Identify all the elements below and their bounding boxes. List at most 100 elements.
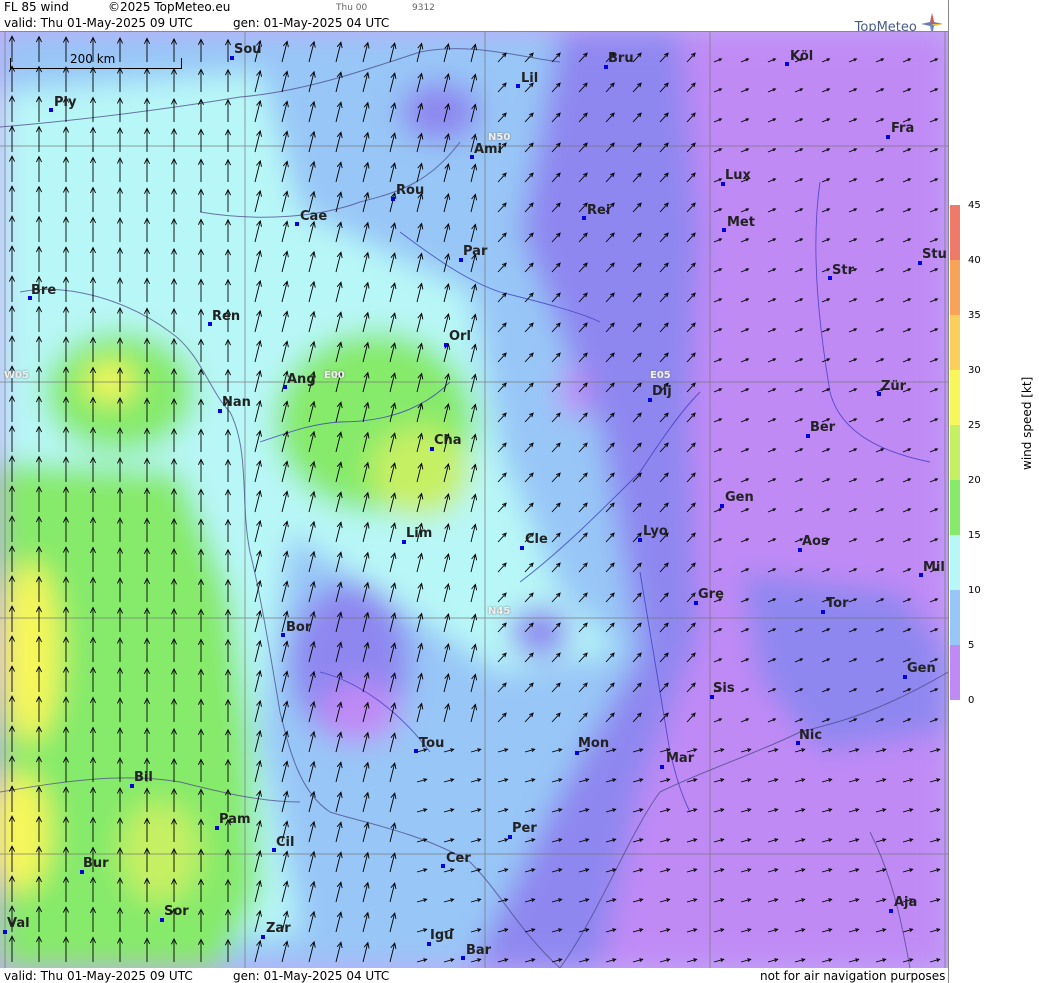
city-marker	[391, 197, 395, 201]
grid-label-n45: N45	[488, 606, 511, 617]
city-marker	[520, 546, 524, 550]
city-label-mil[interactable]: Mil	[923, 561, 945, 574]
city-label-par[interactable]: Par	[463, 245, 487, 258]
city-marker	[261, 935, 265, 939]
legend-band	[950, 590, 960, 645]
city-label-ren[interactable]: Ren	[212, 310, 240, 323]
city-marker	[516, 84, 520, 88]
city-label-cae[interactable]: Cae	[300, 210, 327, 223]
legend-tick: 30	[968, 365, 981, 376]
city-label-str[interactable]: Str	[832, 264, 854, 277]
legend-tick: 35	[968, 310, 981, 321]
city-marker	[575, 751, 579, 755]
city-label-rei[interactable]: Rei	[587, 204, 610, 217]
city-label-bre[interactable]: Bre	[31, 284, 56, 297]
city-label-per[interactable]: Per	[512, 822, 537, 835]
legend-band	[950, 315, 960, 370]
grid-label-e00: E00	[324, 370, 345, 381]
city-label-bar[interactable]: Bar	[466, 944, 491, 957]
city-label-ber[interactable]: Ber	[810, 421, 835, 434]
city-marker	[281, 633, 285, 637]
city-label-lyo[interactable]: Lyo	[643, 525, 668, 538]
city-label-tor[interactable]: Tor	[826, 597, 848, 610]
legend-tick: 10	[968, 585, 981, 596]
city-label-sou[interactable]: Sou	[234, 43, 262, 56]
legend-tick: 15	[968, 530, 981, 541]
generated-time: gen: 01-May-2025 04 UTC	[233, 16, 390, 30]
day-code: Thu 00	[336, 3, 368, 13]
city-label-mon[interactable]: Mon	[578, 737, 609, 750]
city-label-ply[interactable]: Ply	[54, 96, 76, 109]
city-label-gen[interactable]: Gen	[725, 491, 754, 504]
city-label-nic[interactable]: Nic	[799, 729, 822, 742]
city-label-gen-2[interactable]: Gen	[907, 662, 936, 675]
city-marker	[660, 765, 664, 769]
city-label-kol[interactable]: Köl	[790, 50, 813, 63]
city-marker	[821, 610, 825, 614]
legend-tick: 20	[968, 475, 981, 486]
city-label-dij[interactable]: Dij	[652, 385, 672, 398]
product-title: FL 85 wind	[4, 0, 69, 14]
city-label-zur[interactable]: Zür	[881, 380, 906, 393]
city-marker	[444, 343, 448, 347]
city-label-met[interactable]: Met	[727, 216, 755, 229]
legend-tick: 0	[968, 695, 975, 706]
city-marker	[638, 538, 642, 542]
scale-bar-label: 200 km	[70, 52, 116, 66]
city-label-sor[interactable]: Sor	[164, 905, 189, 918]
city-label-aja[interactable]: Aja	[894, 896, 917, 909]
legend-band	[950, 645, 960, 700]
city-marker	[886, 135, 890, 139]
city-label-aos[interactable]: Aos	[802, 535, 829, 548]
city-label-nan[interactable]: Nan	[222, 396, 251, 409]
city-label-orl[interactable]: Orl	[449, 330, 471, 343]
legend-tick: 40	[968, 255, 981, 266]
color-legend	[950, 205, 960, 700]
city-label-gre[interactable]: Gre	[698, 588, 724, 601]
city-label-fra[interactable]: Fra	[891, 122, 914, 135]
city-label-igu[interactable]: Igu	[430, 929, 453, 942]
city-label-lim[interactable]: Lim	[406, 527, 432, 540]
city-label-ang[interactable]: Ang	[287, 373, 316, 386]
footer-valid-time: valid: Thu 01-May-2025 09 UTC	[4, 969, 193, 983]
city-marker	[582, 216, 586, 220]
disclaimer: not for air navigation purposes	[760, 969, 946, 983]
valid-time: valid: Thu 01-May-2025 09 UTC	[4, 16, 193, 30]
city-label-bil[interactable]: Bil	[134, 771, 153, 784]
city-label-cer[interactable]: Cer	[446, 852, 471, 865]
city-label-stu[interactable]: Stu	[922, 248, 947, 261]
city-label-cle[interactable]: Cle	[525, 533, 548, 546]
city-label-ami[interactable]: Ami	[474, 143, 502, 156]
city-marker	[722, 228, 726, 232]
legend-band	[950, 370, 960, 425]
legend-band	[950, 260, 960, 315]
legend-tick: 45	[968, 200, 981, 211]
city-label-rou[interactable]: Rou	[396, 184, 424, 197]
city-label-tou[interactable]: Tou	[419, 737, 444, 750]
city-label-lil[interactable]: Lil	[521, 72, 538, 85]
code-id: 9312	[412, 3, 435, 13]
city-label-bru[interactable]: Bru	[608, 52, 634, 65]
city-marker	[461, 956, 465, 960]
city-marker	[49, 108, 53, 112]
city-label-bur[interactable]: Bur	[83, 857, 109, 870]
city-label-cha[interactable]: Cha	[434, 434, 462, 447]
city-label-pam[interactable]: Pam	[219, 813, 251, 826]
grid-label-w05: W05	[4, 370, 29, 381]
city-label-sis[interactable]: Sis	[713, 682, 735, 695]
wind-field-layer	[0, 32, 948, 968]
city-label-bor[interactable]: Bor	[286, 621, 311, 634]
legend-band	[950, 425, 960, 480]
city-marker	[441, 864, 445, 868]
city-label-val[interactable]: Val	[7, 917, 30, 930]
legend-band	[950, 205, 960, 260]
city-label-zar[interactable]: Zar	[266, 922, 291, 935]
wind-map[interactable]: 200 km N50 N45 W05 E00 E05 Sou Ply Lil B…	[0, 32, 948, 968]
city-label-lux[interactable]: Lux	[725, 169, 751, 182]
copyright: ©2025 TopMeteo.eu	[108, 0, 231, 14]
legend-tick: 25	[968, 420, 981, 431]
city-label-mar[interactable]: Mar	[666, 752, 694, 765]
city-marker	[720, 504, 724, 508]
legend-band	[950, 480, 960, 535]
city-label-cil[interactable]: Cil	[276, 836, 294, 849]
